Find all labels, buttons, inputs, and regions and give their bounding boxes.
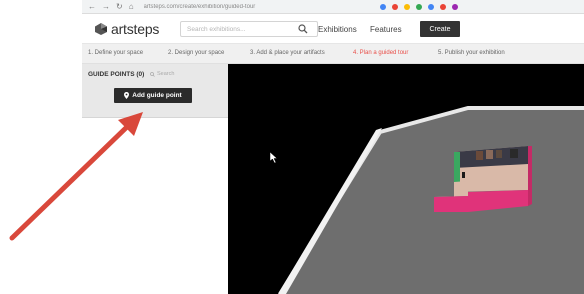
map-pin-icon <box>124 92 130 99</box>
extension-icon[interactable] <box>451 3 458 10</box>
extension-icon[interactable] <box>403 3 410 10</box>
artwork-icon[interactable] <box>476 151 483 160</box>
visitor-figure <box>462 172 465 178</box>
browser-toolbar: ← → ↻ ⌂ artsteps.com/create/exhibition/g… <box>82 0 584 14</box>
guide-points-panel: GUIDE POINTS (0) Search Add guide point <box>82 64 228 118</box>
step-progress-bar: 1. Define your space 2. Design your spac… <box>82 44 584 64</box>
guide-points-search[interactable]: Search <box>150 71 174 77</box>
floor-plane <box>280 108 584 294</box>
extension-icon[interactable] <box>391 3 398 10</box>
room-side-wall <box>454 152 460 184</box>
exhibition-3d-scene[interactable] <box>228 64 584 294</box>
mouse-cursor-icon <box>269 151 278 164</box>
extension-icon[interactable] <box>379 3 386 10</box>
room-wall-right <box>528 146 532 206</box>
step-guided-tour[interactable]: 4. Plan a guided tour <box>353 50 408 56</box>
3d-viewport[interactable] <box>228 64 584 294</box>
guide-points-search-label: Search <box>157 71 175 77</box>
artwork-icon[interactable] <box>486 150 493 159</box>
app-header: artsteps Search exhibitions... Exhibitio… <box>82 14 584 44</box>
extension-icon[interactable] <box>439 3 446 10</box>
logo-text: artsteps <box>111 20 160 37</box>
artsteps-logo[interactable]: artsteps <box>94 21 174 37</box>
reload-icon[interactable]: ↻ <box>116 2 123 11</box>
nav-exhibitions[interactable]: Exhibitions <box>318 25 357 34</box>
search-icon[interactable] <box>298 24 308 34</box>
artwork-icon[interactable] <box>510 149 518 158</box>
step-define-space[interactable]: 1. Define your space <box>88 50 143 56</box>
guide-points-title: GUIDE POINTS (0) <box>88 71 145 78</box>
guide-points-sidebar: GUIDE POINTS (0) Search Add guide point <box>82 64 228 294</box>
add-guide-point-label: Add guide point <box>132 92 182 99</box>
address-bar[interactable]: artsteps.com/create/exhibition/guided-to… <box>144 4 374 10</box>
extension-icon[interactable] <box>415 3 422 10</box>
create-button[interactable]: Create <box>420 21 460 37</box>
extension-icon[interactable] <box>427 3 434 10</box>
search-icon <box>150 71 155 77</box>
logo-mark-icon <box>95 22 107 35</box>
artwork-icon[interactable] <box>496 150 502 158</box>
app-screenshot: ← → ↻ ⌂ artsteps.com/create/exhibition/g… <box>0 0 584 294</box>
room-wall-front-left <box>434 196 468 212</box>
step-publish[interactable]: 5. Publish your exhibition <box>438 50 505 56</box>
forward-icon[interactable]: → <box>102 2 110 11</box>
home-icon[interactable]: ⌂ <box>129 2 134 11</box>
back-icon[interactable]: ← <box>88 2 96 11</box>
step-add-artifacts[interactable]: 3. Add & place your artifacts <box>250 50 325 56</box>
step-design-space[interactable]: 2. Design your space <box>168 50 224 56</box>
nav-features[interactable]: Features <box>370 25 402 34</box>
add-guide-point-button[interactable]: Add guide point <box>114 88 192 103</box>
